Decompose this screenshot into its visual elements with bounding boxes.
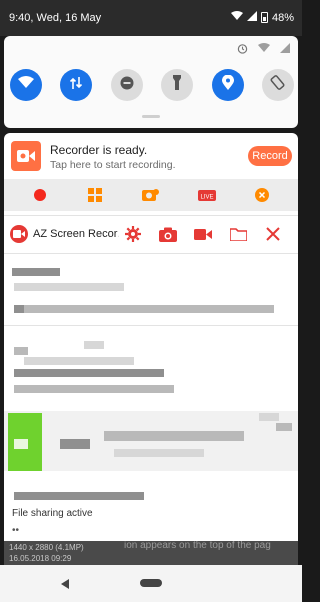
status-time-date: 9:40, Wed, 16 May	[9, 12, 102, 24]
image-resolution: 1440 x 2880 (4.1MP)	[9, 543, 84, 552]
back-icon[interactable]	[60, 577, 70, 595]
quick-settings-panel	[4, 36, 298, 128]
wifi-signal-icon	[230, 11, 243, 24]
redacted-text	[14, 385, 174, 393]
redacted-text	[12, 268, 60, 276]
background-text: ion appears on the top of the pag	[124, 541, 271, 551]
background-image-info: 1440 x 2880 (4.1MP) 16.05.2018 09:29 ion…	[4, 541, 298, 565]
do-not-disturb-tile[interactable]	[110, 69, 143, 101]
quick-tiles	[10, 69, 294, 101]
flashlight-icon	[172, 75, 182, 95]
redacted-text	[276, 423, 292, 431]
redacted-text	[60, 439, 90, 449]
divider	[4, 325, 298, 326]
redacted-text	[84, 341, 104, 349]
obscured-notification-3[interactable]	[4, 411, 298, 471]
alarm-icon	[237, 43, 248, 57]
battery-percent: 48%	[271, 11, 294, 24]
status-right: 48%	[230, 11, 294, 24]
grid-icon[interactable]	[83, 183, 107, 207]
dnd-icon	[120, 76, 134, 95]
cell-signal-icon	[246, 11, 257, 24]
recorder-subtitle: Tap here to start recording.	[50, 159, 176, 171]
flashlight-tile[interactable]	[161, 69, 194, 101]
data-arrows-icon	[69, 76, 83, 95]
recorder-action-bar: LIVE	[4, 179, 298, 211]
camera-tool-icon[interactable]	[139, 183, 163, 207]
video-icon[interactable]	[192, 224, 214, 244]
camera-icon[interactable]	[157, 224, 179, 244]
svg-text:LIVE: LIVE	[200, 195, 213, 201]
wifi-icon	[18, 76, 34, 94]
recorder-notification[interactable]: Recorder is ready. Tap here to start rec…	[4, 133, 298, 179]
redacted-text	[14, 347, 28, 355]
close-icon[interactable]	[262, 224, 284, 244]
recorder-title: Recorder is ready.	[50, 143, 148, 157]
signal-small-icon	[280, 43, 290, 57]
app-thumbnail	[8, 413, 42, 471]
redacted-text	[14, 369, 164, 377]
live-icon[interactable]: LIVE	[195, 183, 219, 207]
image-datetime: 16.05.2018 09:29	[9, 554, 72, 563]
home-pill-icon[interactable]	[140, 579, 162, 587]
rotate-icon	[270, 75, 285, 95]
redacted-text	[14, 492, 144, 500]
auto-rotate-tile[interactable]	[261, 69, 294, 101]
location-tile[interactable]	[211, 69, 244, 101]
navigation-bar	[0, 565, 302, 602]
wifi-tile[interactable]	[10, 69, 42, 101]
status-bar: 9:40, Wed, 16 May 48%	[0, 0, 302, 36]
notification-panel: Recorder is ready. Tap here to start rec…	[4, 133, 298, 541]
az-actions	[122, 224, 284, 244]
az-app-label: AZ Screen Recor…	[33, 228, 119, 240]
redacted-text	[104, 431, 244, 441]
redacted-text	[14, 283, 124, 291]
divider	[4, 215, 298, 216]
wifi-small-icon	[258, 43, 270, 57]
folder-icon[interactable]	[227, 224, 249, 244]
location-pin-icon	[221, 74, 234, 95]
close-icon[interactable]	[250, 183, 274, 207]
ellipsis-text: ••	[12, 525, 20, 536]
redacted-text	[259, 413, 279, 421]
sharing-status-text: File sharing active	[12, 508, 93, 519]
settings-icon[interactable]	[122, 224, 144, 244]
az-app-icon	[10, 225, 28, 243]
mobile-data-tile[interactable]	[60, 69, 93, 101]
az-recorder-notification[interactable]: AZ Screen Recor…	[4, 217, 298, 251]
redacted-text	[24, 357, 134, 365]
redacted-text	[14, 305, 24, 313]
record-button[interactable]: Record	[248, 146, 292, 166]
record-icon[interactable]	[28, 183, 52, 207]
recorder-app-icon	[11, 141, 41, 171]
expand-handle[interactable]	[142, 115, 160, 118]
system-icons	[237, 43, 290, 57]
battery-icon	[260, 12, 268, 23]
divider	[4, 253, 298, 254]
redacted-text	[24, 305, 274, 313]
redacted-text	[114, 449, 204, 457]
